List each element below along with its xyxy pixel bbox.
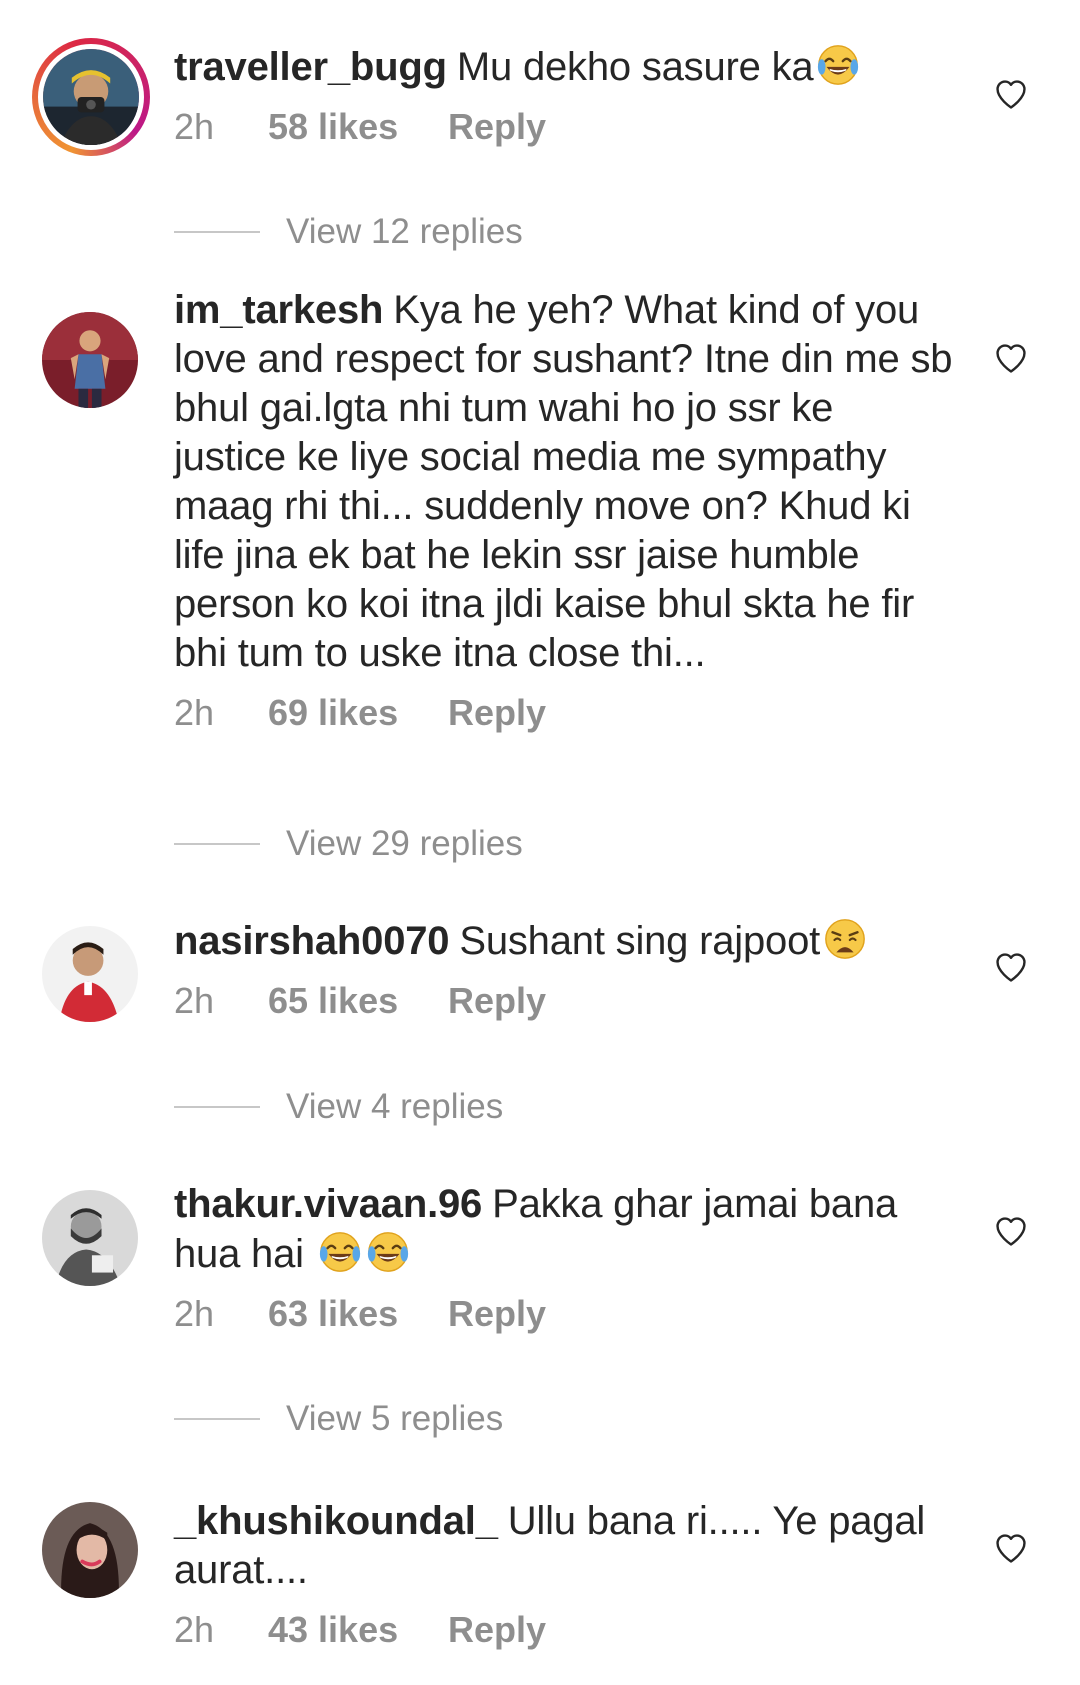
avatar[interactable]	[42, 1190, 138, 1286]
comment-text: _khushikoundal_ Ullu bana ri..... Ye paga…	[174, 1497, 954, 1595]
comment-time: 2h	[174, 1609, 215, 1650]
reply-button[interactable]: Reply	[448, 1293, 546, 1335]
tears-of-joy-emoji-icon	[815, 42, 861, 88]
comment-likes[interactable]: 58 likes	[268, 106, 448, 148]
comment-username[interactable]: thakur.vivaan.96	[174, 1182, 482, 1226]
avatar-photo-icon	[42, 312, 138, 408]
comment-time: 2h	[174, 692, 215, 733]
avatar-photo-icon	[42, 1190, 138, 1286]
comment-meta: 2h 63 likes Reply	[174, 1293, 954, 1335]
heart-outline-icon[interactable]	[994, 342, 1028, 374]
reply-button[interactable]: Reply	[448, 106, 546, 148]
reply-button[interactable]: Reply	[448, 980, 546, 1022]
comment-text: nasirshah0070 Sushant sing rajpoot	[174, 916, 954, 966]
divider	[174, 1106, 260, 1108]
comment-likes[interactable]: 63 likes	[268, 1293, 448, 1335]
tears-of-joy-emoji-icon	[317, 1229, 363, 1275]
view-replies-label: View 29 replies	[286, 824, 523, 863]
avatar-photo-icon	[42, 1502, 138, 1598]
comment-body: Mu dekho sasure ka	[456, 45, 814, 89]
comment-text: thakur.vivaan.96 Pakka ghar jamai bana hu…	[174, 1180, 954, 1279]
reply-button[interactable]: Reply	[448, 1609, 546, 1651]
comment-body: Kya he yeh? What kind of you love and re…	[174, 288, 953, 675]
avatar[interactable]	[42, 312, 138, 408]
divider	[174, 843, 260, 845]
comment-likes[interactable]: 69 likes	[268, 692, 448, 734]
view-replies-button[interactable]: View 4 replies	[174, 1087, 503, 1127]
comment-meta: 2h 65 likes Reply	[174, 980, 954, 1022]
reply-button[interactable]: Reply	[448, 692, 546, 734]
comment-username[interactable]: traveller_bugg	[174, 45, 447, 89]
view-replies-button[interactable]: View 29 replies	[174, 824, 523, 864]
avatar[interactable]	[42, 1502, 138, 1598]
comment-meta: 2h 69 likes Reply	[174, 692, 954, 734]
heart-outline-icon[interactable]	[994, 1532, 1028, 1564]
view-replies-label: View 12 replies	[286, 212, 523, 251]
comment-time: 2h	[174, 1293, 215, 1334]
avatar[interactable]	[42, 926, 138, 1022]
comment-username[interactable]: im_tarkesh	[174, 288, 383, 332]
comment-meta: 2h 43 likes Reply	[174, 1609, 954, 1651]
divider	[174, 231, 260, 233]
view-replies-button[interactable]: View 5 replies	[174, 1399, 503, 1439]
tears-of-joy-emoji-icon	[365, 1229, 411, 1275]
comment-body: Sushant sing rajpoot	[459, 919, 821, 963]
comment-meta: 2h 58 likes Reply	[174, 106, 954, 148]
comment-time: 2h	[174, 980, 215, 1021]
heart-outline-icon[interactable]	[994, 1215, 1028, 1247]
comment-likes[interactable]: 65 likes	[268, 980, 448, 1022]
view-replies-label: View 5 replies	[286, 1399, 504, 1438]
comment-username[interactable]: nasirshah0070	[174, 919, 450, 963]
comment-username[interactable]: _khushikoundal_	[174, 1499, 498, 1543]
weary-face-emoji-icon	[822, 916, 868, 962]
view-replies-button[interactable]: View 12 replies	[174, 212, 523, 252]
comment-time: 2h	[174, 106, 215, 147]
divider	[174, 1418, 260, 1420]
heart-outline-icon[interactable]	[994, 951, 1028, 983]
avatar-photo-icon	[43, 49, 139, 145]
comment-text: im_tarkesh Kya he yeh? What kind of you l…	[174, 286, 954, 678]
avatar[interactable]	[32, 38, 150, 156]
comment-likes[interactable]: 43 likes	[268, 1609, 448, 1651]
avatar-photo-icon	[42, 926, 138, 1022]
heart-outline-icon[interactable]	[994, 78, 1028, 110]
view-replies-label: View 4 replies	[286, 1087, 504, 1126]
comment-text: traveller_bugg Mu dekho sasure ka	[174, 42, 954, 92]
